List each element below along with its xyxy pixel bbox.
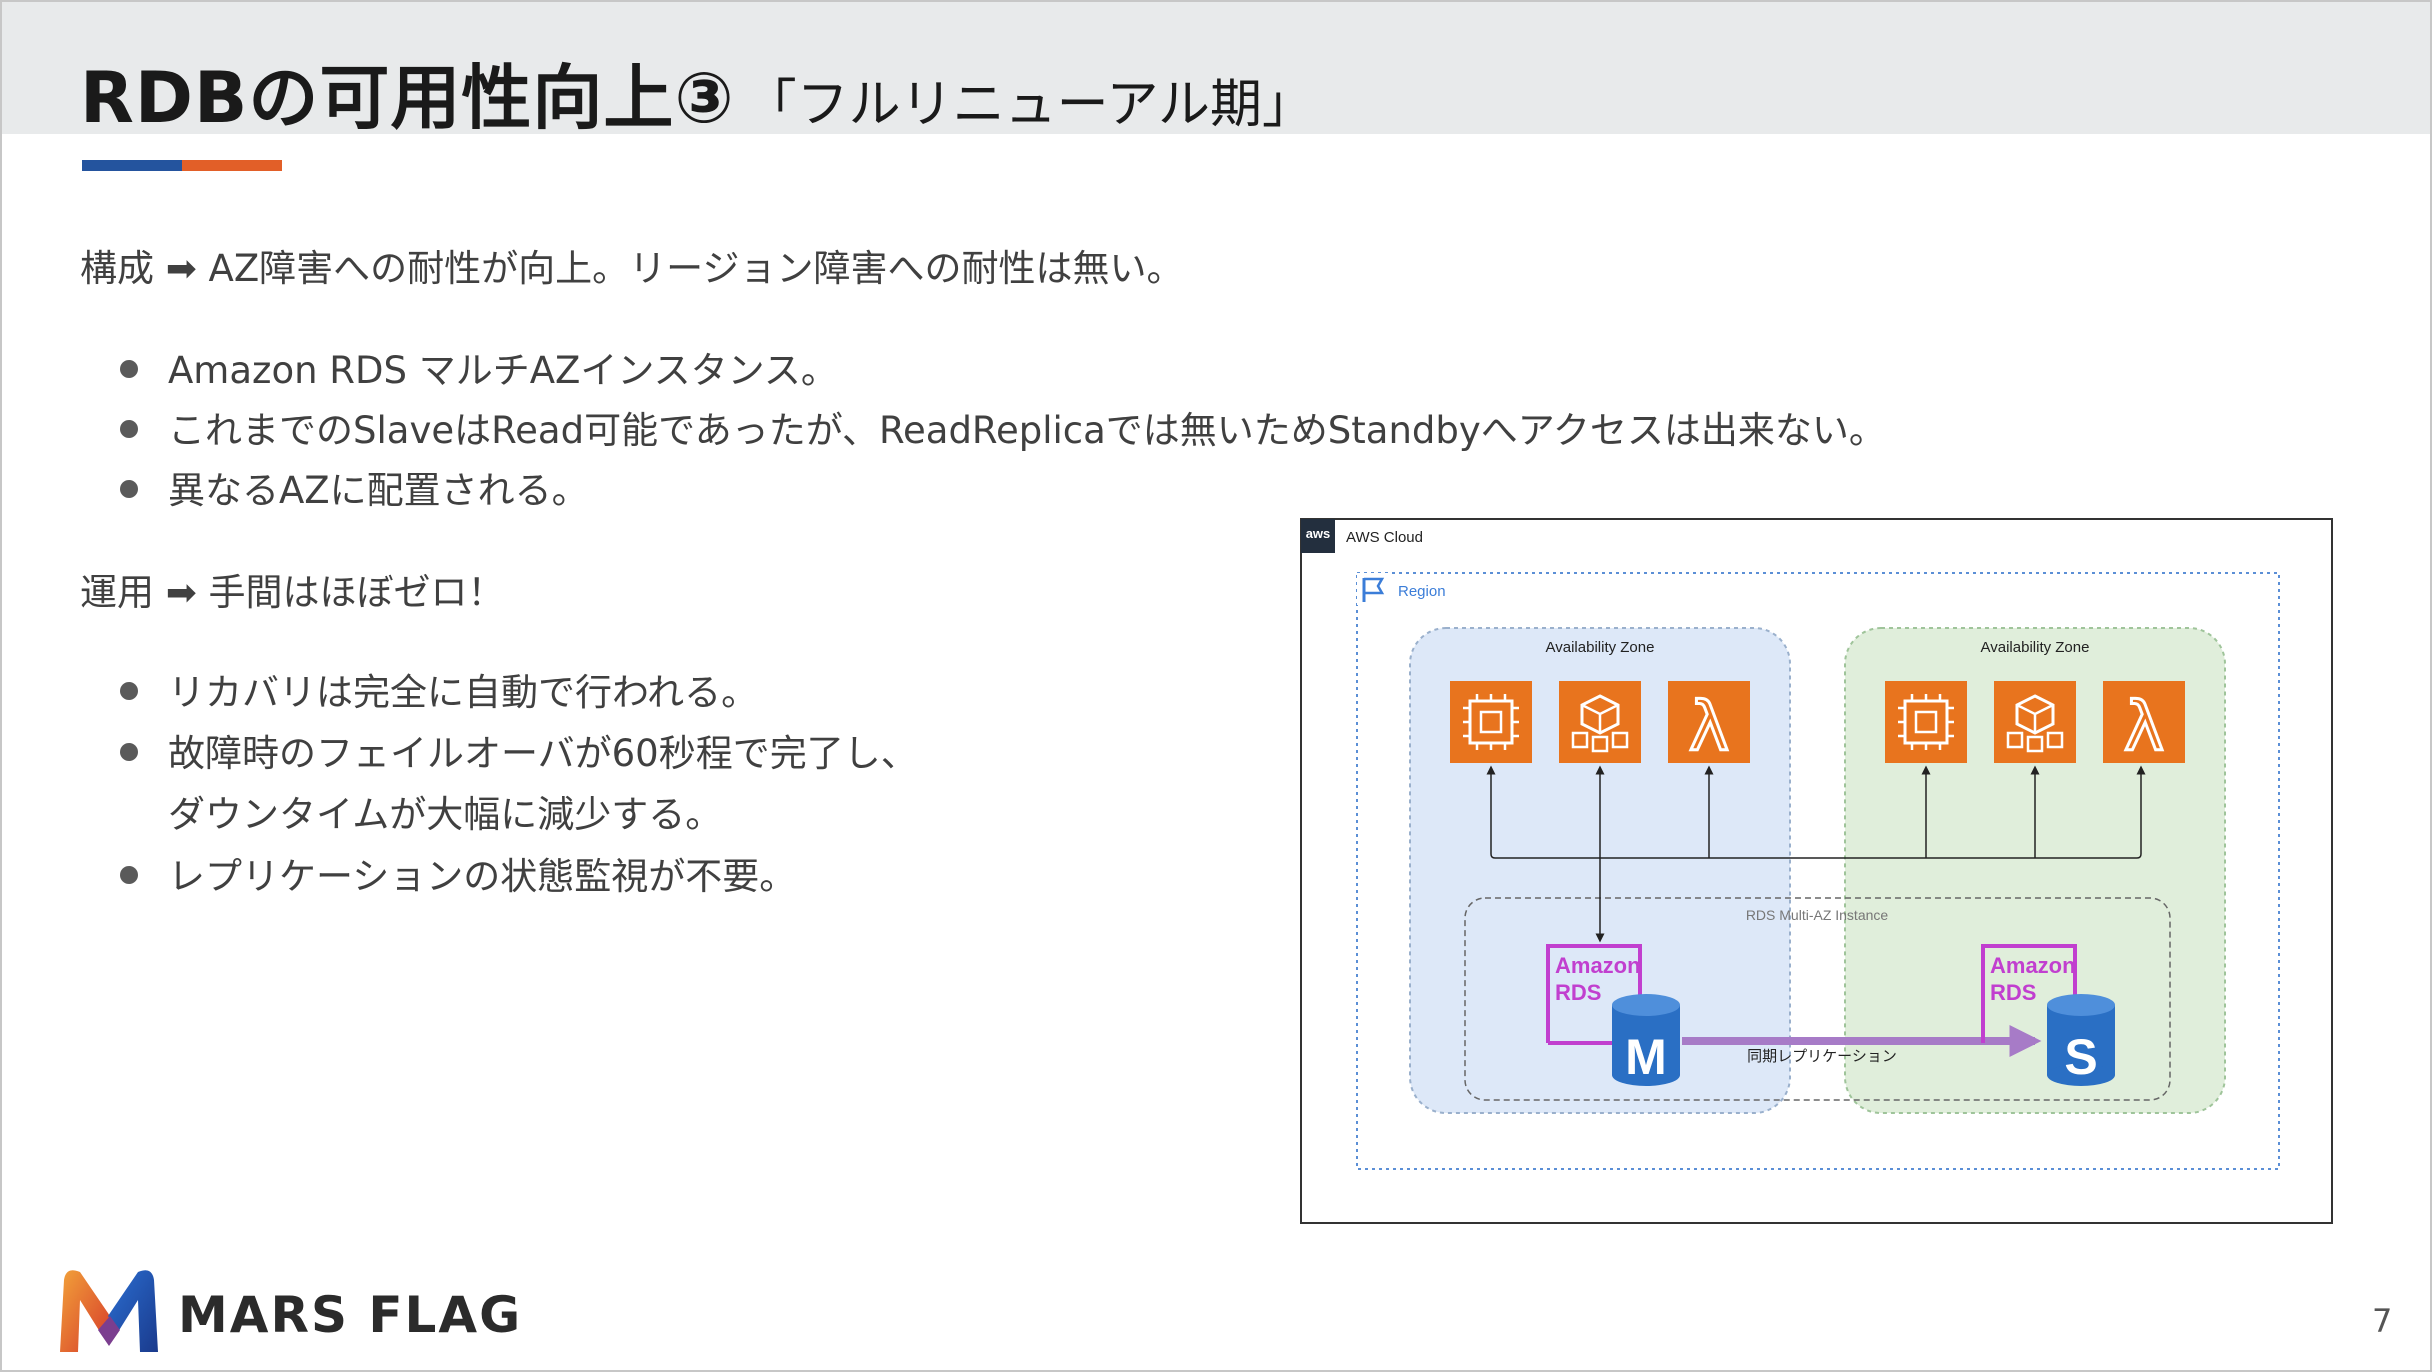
bullet-dot <box>120 419 138 438</box>
list-item: 故障時のフェイルオーバが60秒程で完了し、 <box>120 723 918 777</box>
bullet-text: リカバリは完全に自動で行われる。 <box>168 671 759 714</box>
region-label: Region <box>1398 583 1446 600</box>
az-right-label: Availability Zone <box>1981 639 2090 656</box>
ec2-icon <box>1450 681 1532 763</box>
rds-left-label-2: RDS <box>1555 980 1601 1005</box>
bullet-dot <box>120 359 138 378</box>
lambda-icon: λ <box>2103 681 2185 769</box>
db-master-icon: M <box>1612 994 1680 1086</box>
title-main: RDBの可用性向上③ <box>80 57 735 139</box>
rds-left-label-1: Amazon <box>1555 953 1641 978</box>
slide: RDBの可用性向上③ 「フルリニューアル期」 構成 ➡ AZ障害への耐性が向上。リ… <box>0 0 2432 1372</box>
accent-bar-blue <box>82 160 182 171</box>
replication-label: 同期レプリケーション <box>1747 1048 1897 1065</box>
standby-letter: S <box>2064 1029 2097 1085</box>
bullet-continuation: ダウンタイムが大幅に減少する。 <box>168 793 723 836</box>
bullet-text: これまでのSlaveはRead可能であったが、ReadReplicaでは無いため… <box>168 409 1886 452</box>
bullet-dot <box>120 681 138 700</box>
mars-flag-logo-icon <box>60 1270 158 1352</box>
rds-right-label-2: RDS <box>1990 980 2036 1005</box>
page-number: 7 <box>2372 1302 2393 1340</box>
multi-az-label: RDS Multi-AZ Instance <box>1746 907 1889 923</box>
list-item: レプリケーションの状態監視が不要。 <box>120 846 796 900</box>
bullet-dot <box>120 742 138 761</box>
ecs-icon <box>1994 681 2076 763</box>
accent-bar-orange <box>182 160 282 171</box>
list-item: Amazon RDS マルチAZインスタンス。 <box>120 340 838 394</box>
bullet-text: 異なるAZに配置される。 <box>168 469 589 512</box>
slide-title: RDBの可用性向上③ 「フルリニューアル期」 <box>80 42 1314 143</box>
lambda-symbol: λ <box>2124 688 2164 767</box>
bullet-text: Amazon RDS マルチAZインスタンス。 <box>168 349 838 392</box>
title-sub: 「フルリニューアル期」 <box>744 75 1315 135</box>
bullet-dot <box>120 865 138 884</box>
bullet-dot <box>120 479 138 498</box>
ec2-icon <box>1885 681 1967 763</box>
lambda-icon: λ <box>1668 681 1750 769</box>
aws-cloud-label: AWS Cloud <box>1346 529 1423 546</box>
aws-badge-text: aws <box>1306 526 1331 541</box>
master-letter: M <box>1625 1029 1667 1085</box>
bullet-text: 故障時のフェイルオーバが60秒程で完了し、 <box>168 732 918 775</box>
list-item: リカバリは完全に自動で行われる。 <box>120 662 758 716</box>
az-left-label: Availability Zone <box>1546 639 1655 656</box>
section-operation-heading: 運用 ➡ 手間はほぼゼロ！ <box>80 571 505 614</box>
list-item: これまでのSlaveはRead可能であったが、ReadReplicaでは無いため… <box>120 400 1886 454</box>
rds-right-label-1: Amazon <box>1990 953 2076 978</box>
brand-name: MARS FLAG <box>178 1286 523 1344</box>
lambda-symbol: λ <box>1689 688 1729 767</box>
ecs-icon <box>1559 681 1641 763</box>
architecture-diagram: aws AWS Cloud Region Availability Zone A… <box>1300 518 2333 1224</box>
bullet-text: レプリケーションの状態監視が不要。 <box>168 855 797 898</box>
list-item: 異なるAZに配置される。 <box>120 460 589 514</box>
section-configuration-heading: 構成 ➡ AZ障害への耐性が向上。リージョン障害への耐性は無い。 <box>80 247 1184 290</box>
db-standby-icon: S <box>2047 994 2115 1086</box>
